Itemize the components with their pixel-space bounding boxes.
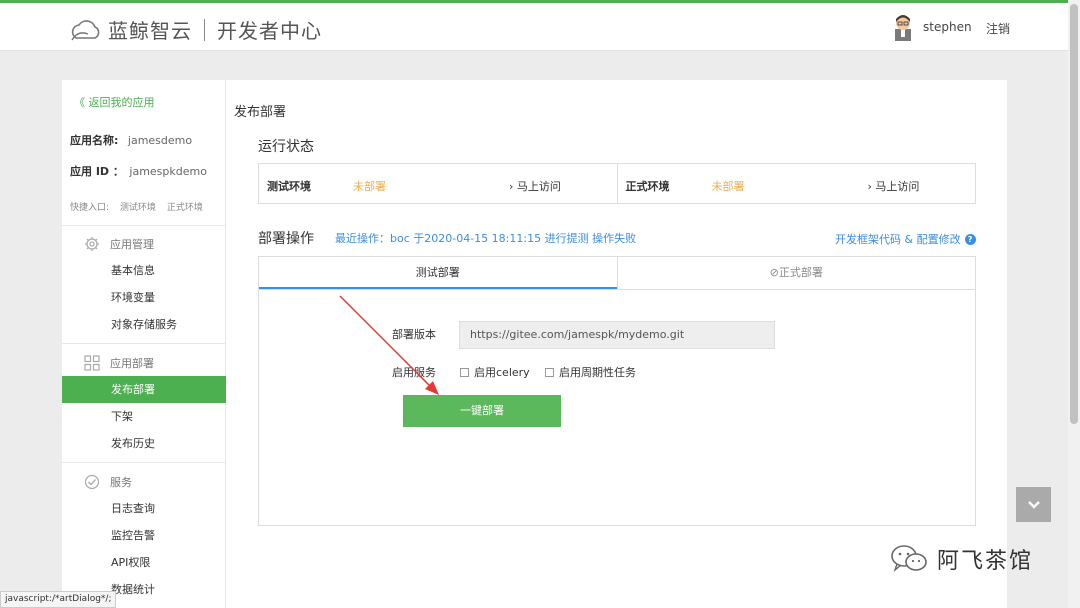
run-status-title: 运行状态 (258, 139, 314, 155)
divider (62, 462, 226, 463)
group-title-label: 服务 (110, 476, 132, 489)
group-title-label: 应用管理 (110, 238, 154, 251)
sidebar-item-log-query[interactable]: 日志查询 (62, 495, 226, 522)
version-label: 部署版本 (392, 328, 436, 341)
group-title-label: 应用部署 (110, 357, 154, 370)
check-circle-icon (84, 474, 100, 490)
username: stephen (923, 20, 972, 34)
group-app-deploy: 应用部署 (84, 355, 154, 371)
app-id-value: jamespkdemo (129, 165, 207, 178)
quick-links: 快捷入口: 测试环境 正式环境 (70, 200, 211, 213)
prod-env-status: 正式环境 未部署 › 马上访问 (616, 164, 976, 203)
checkbox-box[interactable] (545, 367, 554, 377)
prod-env-state: 未部署 (711, 180, 745, 193)
quick-links-label: 快捷入口: (70, 203, 110, 213)
app-id-label: 应用 ID ： (70, 165, 124, 178)
page-scrollbar[interactable] (1068, 0, 1080, 608)
last-operation: 最近操作：boc 于2020-04-15 18:11:15 进行提测 操作失败 (335, 232, 637, 245)
gear-icon (85, 237, 99, 251)
periodic-task-checkbox[interactable]: 启用周期性任务 (545, 364, 636, 380)
tab-prod-deploy[interactable]: ⊘正式部署 (616, 257, 975, 289)
service-label: 启用服务 (392, 366, 436, 379)
prod-env-name: 正式环境 (625, 180, 670, 193)
checkbox-box[interactable] (460, 367, 469, 377)
sidebar-item-monitor-alert[interactable]: 监控告警 (62, 522, 226, 549)
logo[interactable]: 蓝鲸智云 开发者中心 (68, 15, 322, 44)
cloud-logo-icon (71, 19, 100, 40)
main-content: 发布部署 运行状态 测试环境 未部署 › 马上访问 正式环境 未部署 › 马上访… (226, 80, 1007, 608)
help-icon: ? (964, 233, 976, 245)
chevron-right-icon: › (509, 180, 514, 193)
logo-separator (204, 18, 205, 41)
visit-label: 马上访问 (516, 180, 561, 193)
framework-config-label: 开发框架代码 & 配置修改 (835, 233, 961, 246)
test-env-name: 测试环境 (267, 180, 311, 193)
page-title: 发布部署 (234, 105, 287, 120)
version-url-input[interactable]: https://gitee.com/jamespk/mydemo.git (459, 321, 775, 349)
sidebar-item-api-permission[interactable]: API权限 (62, 549, 226, 576)
logout-link[interactable]: 注销 (986, 20, 1010, 37)
tab-test-deploy[interactable]: 测试部署 (259, 257, 617, 289)
app-name-row: 应用名称: jamesdemo (70, 132, 192, 148)
user-menu[interactable]: stephen (891, 13, 972, 41)
quick-link-test-env[interactable]: 测试环境 (120, 203, 156, 213)
deploy-ops-title: 部署操作 (258, 231, 314, 247)
wechat-icon (891, 545, 927, 573)
sidebar: 《 返回我的应用 应用名称: jamesdemo 应用 ID ： jamespk… (62, 80, 226, 608)
test-env-state: 未部署 (353, 180, 386, 193)
sidebar-item-publish-history[interactable]: 发布历史 (62, 430, 226, 457)
run-status-table: 测试环境 未部署 › 马上访问 正式环境 未部署 › 马上访问 (258, 163, 976, 204)
visit-label: 马上访问 (875, 180, 920, 193)
app-name-label: 应用名称: (70, 134, 119, 147)
periodic-task-label: 启用周期性任务 (559, 366, 636, 379)
app-id-row: 应用 ID ： jamespkdemo (70, 163, 207, 179)
watermark-text: 阿飞茶馆 (937, 549, 1034, 574)
quick-link-prod-env[interactable]: 正式环境 (167, 203, 203, 213)
sidebar-item-publish-deploy[interactable]: 发布部署 (62, 376, 226, 403)
header: 蓝鲸智云 开发者中心 stephen 注销 (0, 3, 1068, 51)
divider (62, 225, 226, 226)
group-app-management: 应用管理 (84, 236, 154, 252)
group-services: 服务 (84, 474, 132, 490)
test-env-visit-link[interactable]: › 马上访问 (509, 178, 561, 194)
test-env-status: 测试环境 未部署 › 马上访问 (259, 164, 617, 203)
deploy-tabs: 测试部署 ⊘正式部署 (259, 257, 975, 290)
back-to-apps-link[interactable]: 《 返回我的应用 (74, 94, 155, 110)
watermark: 阿飞茶馆 (889, 543, 1033, 575)
chevron-down-icon (1027, 500, 1040, 509)
sidebar-item-object-storage[interactable]: 对象存储服务 (62, 311, 226, 338)
sidebar-item-env-vars[interactable]: 环境变量 (62, 284, 226, 311)
deploy-panel: 测试部署 ⊘正式部署 部署版本 https://gitee.com/jamesp… (258, 256, 976, 526)
celery-label: 启用celery (474, 366, 530, 379)
avatar (895, 15, 911, 41)
scroll-down-button[interactable] (1016, 487, 1051, 522)
logo-subtitle: 开发者中心 (217, 19, 322, 43)
grid-icon (84, 355, 100, 371)
chevron-right-icon: › (867, 180, 872, 193)
celery-checkbox[interactable]: 启用celery (460, 364, 530, 380)
logo-text: 蓝鲸智云 (108, 19, 192, 43)
one-click-deploy-button[interactable]: 一键部署 (403, 395, 561, 427)
sidebar-item-basic-info[interactable]: 基本信息 (62, 257, 226, 284)
status-bar-url: javascript:/*artDialog*/; (0, 591, 117, 608)
app-name-value: jamesdemo (127, 134, 193, 147)
framework-config-link[interactable]: 开发框架代码 & 配置修改 ? (835, 231, 976, 247)
scrollbar-thumb[interactable] (1070, 4, 1078, 424)
prod-env-visit-link[interactable]: › 马上访问 (868, 178, 920, 194)
sidebar-item-offline[interactable]: 下架 (62, 403, 226, 430)
divider (62, 343, 226, 344)
